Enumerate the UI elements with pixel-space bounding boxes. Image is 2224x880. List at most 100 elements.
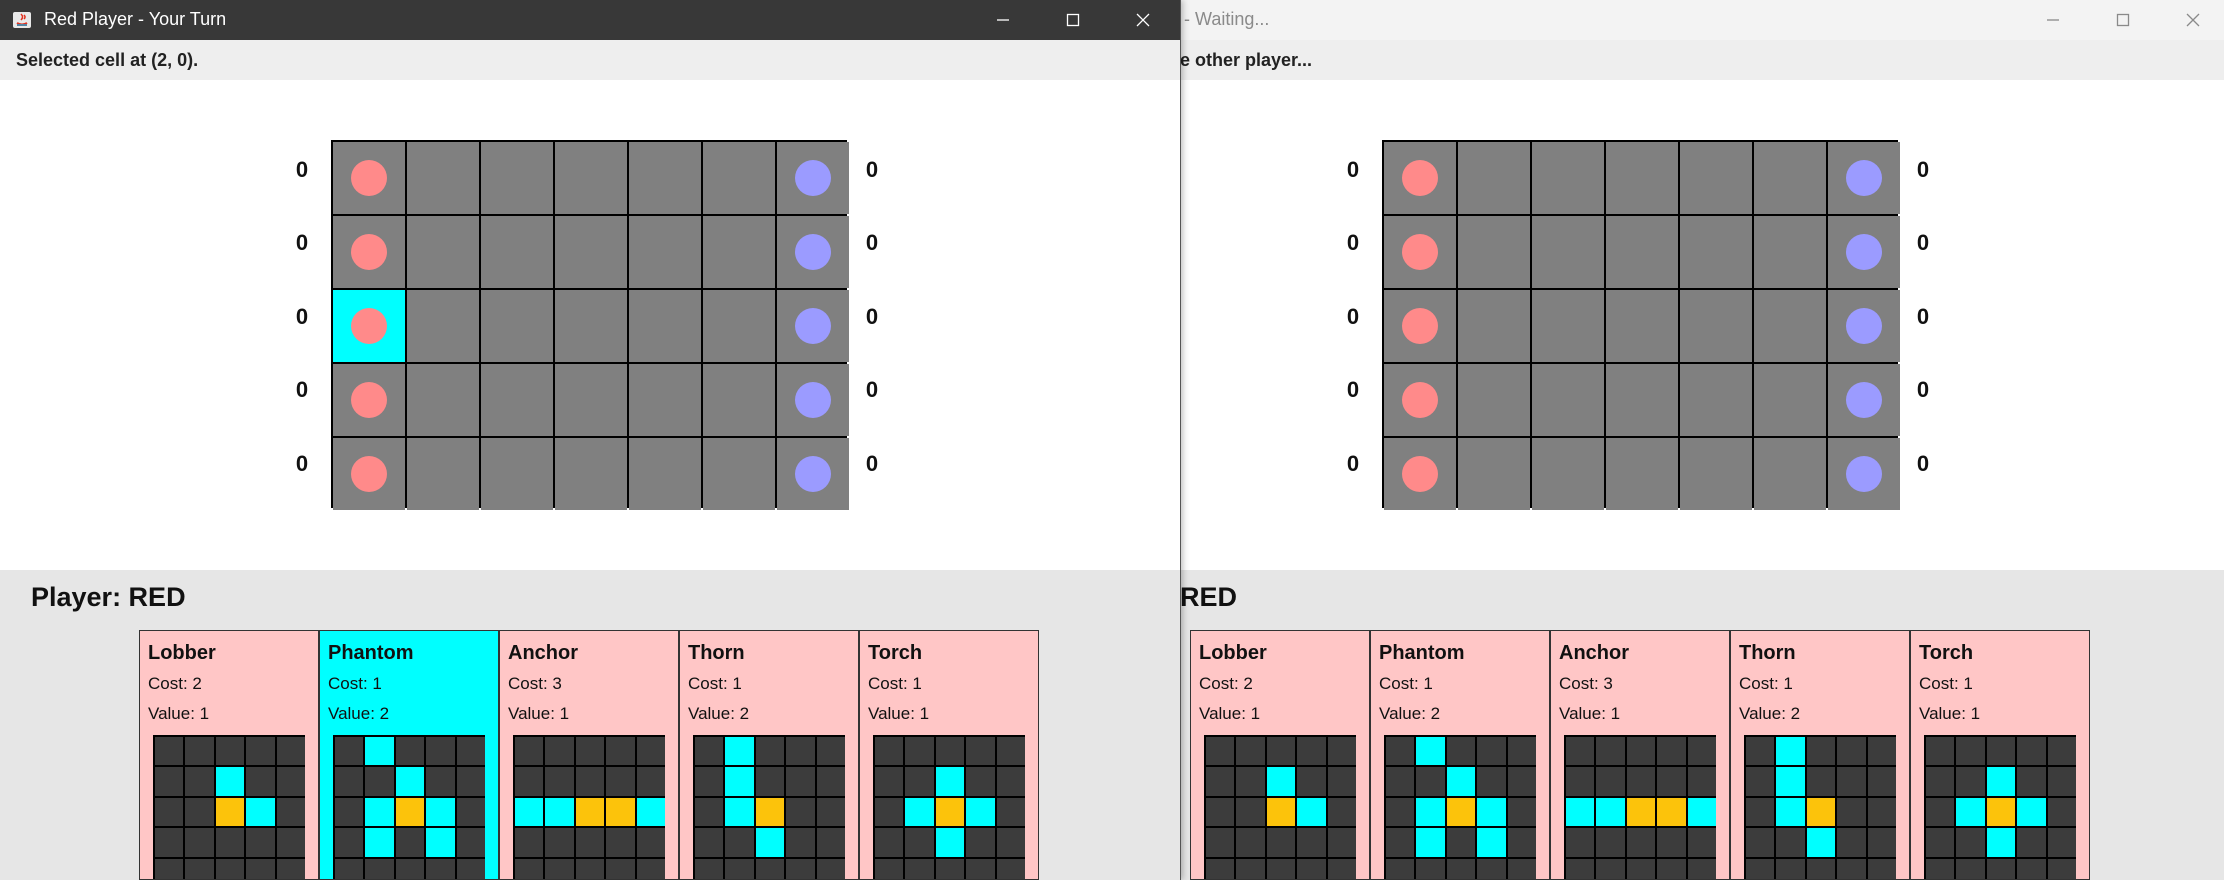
board-cell[interactable] <box>703 438 775 510</box>
card-torch[interactable]: Torch Cost: 1 Value: 1 <box>859 630 1039 880</box>
board-cell[interactable] <box>1458 364 1530 436</box>
board-cell[interactable] <box>555 216 627 288</box>
board-cell[interactable] <box>481 142 553 214</box>
card-anchor[interactable]: Anchor Cost: 3 Value: 1 <box>499 630 679 880</box>
empty-pattern-cell <box>1806 858 1836 879</box>
board-cell[interactable] <box>481 364 553 436</box>
board-cell[interactable] <box>1754 438 1826 510</box>
board-cell[interactable] <box>407 142 479 214</box>
card-anchor[interactable]: Anchor Cost: 3 Value: 1 <box>1550 630 1730 880</box>
card-torch[interactable]: Torch Cost: 1 Value: 1 <box>1910 630 2090 880</box>
board-cell[interactable] <box>629 438 701 510</box>
board-cell[interactable] <box>629 290 701 362</box>
board-cell[interactable] <box>333 216 405 288</box>
board-cell[interactable] <box>629 142 701 214</box>
board-cell[interactable] <box>1754 364 1826 436</box>
board-cell[interactable] <box>1828 216 1900 288</box>
board-cell[interactable] <box>407 216 479 288</box>
close-button[interactable] <box>1108 0 1178 40</box>
board-cell[interactable] <box>1384 142 1456 214</box>
board-cell[interactable] <box>481 438 553 510</box>
board-cell[interactable] <box>1532 142 1604 214</box>
board-cell[interactable] <box>703 290 775 362</box>
empty-pattern-cell <box>996 737 1025 766</box>
board-cell[interactable] <box>1384 216 1456 288</box>
board-cell[interactable] <box>629 364 701 436</box>
board-cell[interactable] <box>777 290 849 362</box>
board-cell[interactable] <box>1680 364 1752 436</box>
board-cell[interactable] <box>1606 290 1678 362</box>
board-cell[interactable] <box>1828 364 1900 436</box>
board-cell[interactable] <box>407 290 479 362</box>
board-cell[interactable] <box>1754 216 1826 288</box>
board-cell[interactable] <box>1384 290 1456 362</box>
board-cell[interactable] <box>1532 438 1604 510</box>
empty-pattern-cell <box>1926 767 1955 796</box>
board-cell[interactable] <box>555 290 627 362</box>
empty-pattern-cell <box>456 767 485 796</box>
board-cell[interactable] <box>1384 364 1456 436</box>
board-cell[interactable] <box>555 142 627 214</box>
card-value: Value: 1 <box>1919 704 1981 723</box>
board-cell[interactable] <box>1606 216 1678 288</box>
empty-pattern-cell <box>575 737 605 766</box>
board-cell[interactable] <box>777 438 849 510</box>
card-phantom[interactable]: Phantom Cost: 1 Value: 2 <box>319 630 499 880</box>
board-cell[interactable] <box>1606 364 1678 436</box>
maximize-button[interactable] <box>2088 0 2158 40</box>
board-cell[interactable] <box>777 142 849 214</box>
title-bar[interactable]: Red Player - Your Turn <box>0 0 1180 40</box>
board-cell[interactable] <box>1458 142 1530 214</box>
board-cell[interactable] <box>1680 438 1752 510</box>
board-cell[interactable] <box>407 438 479 510</box>
board-cell[interactable] <box>703 216 775 288</box>
board-cell[interactable] <box>1828 142 1900 214</box>
board-cell[interactable] <box>1680 290 1752 362</box>
board-cell[interactable] <box>333 438 405 510</box>
board-cell[interactable] <box>407 364 479 436</box>
empty-pattern-cell <box>456 737 485 766</box>
board-cell[interactable] <box>1532 216 1604 288</box>
board-cell[interactable] <box>777 216 849 288</box>
board-cell[interactable] <box>333 290 405 362</box>
board-cell[interactable] <box>777 364 849 436</box>
close-button[interactable] <box>2158 0 2224 40</box>
board-cell[interactable] <box>1680 142 1752 214</box>
board-cell[interactable] <box>333 142 405 214</box>
board-cell[interactable] <box>481 216 553 288</box>
card-thorn[interactable]: Thorn Cost: 1 Value: 2 <box>679 630 859 880</box>
board-cell[interactable] <box>703 142 775 214</box>
minimize-button[interactable] <box>2018 0 2088 40</box>
board-cell[interactable] <box>1532 290 1604 362</box>
board-cell[interactable] <box>1458 438 1530 510</box>
board-cell[interactable] <box>481 290 553 362</box>
board-cell[interactable] <box>1828 438 1900 510</box>
board-cell[interactable] <box>1680 216 1752 288</box>
board-cell[interactable] <box>555 364 627 436</box>
board-cell[interactable] <box>1532 364 1604 436</box>
board-cell[interactable] <box>1458 290 1530 362</box>
influence-cell <box>725 737 754 766</box>
card-thorn[interactable]: Thorn Cost: 1 Value: 2 <box>1730 630 1910 880</box>
board-cell[interactable] <box>1458 216 1530 288</box>
title-bar[interactable]: - Waiting... <box>1180 0 2224 40</box>
board-cell[interactable] <box>703 364 775 436</box>
board-cell[interactable] <box>629 216 701 288</box>
card-lobber[interactable]: Lobber Cost: 2 Value: 1 <box>139 630 319 880</box>
empty-pattern-cell <box>1386 797 1415 827</box>
board-cell[interactable] <box>1754 290 1826 362</box>
influence-grid <box>1564 735 1716 879</box>
board-cell[interactable] <box>1606 438 1678 510</box>
influence-cell <box>2017 797 2046 827</box>
card-lobber[interactable]: Lobber Cost: 2 Value: 1 <box>1190 630 1370 880</box>
card-phantom[interactable]: Phantom Cost: 1 Value: 2 <box>1370 630 1550 880</box>
maximize-button[interactable] <box>1038 0 1108 40</box>
board-cell[interactable] <box>1606 142 1678 214</box>
board-cell[interactable] <box>1754 142 1826 214</box>
empty-pattern-cell <box>1566 828 1595 857</box>
board-cell[interactable] <box>1828 290 1900 362</box>
minimize-button[interactable] <box>968 0 1038 40</box>
board-cell[interactable] <box>1384 438 1456 510</box>
board-cell[interactable] <box>333 364 405 436</box>
board-cell[interactable] <box>555 438 627 510</box>
